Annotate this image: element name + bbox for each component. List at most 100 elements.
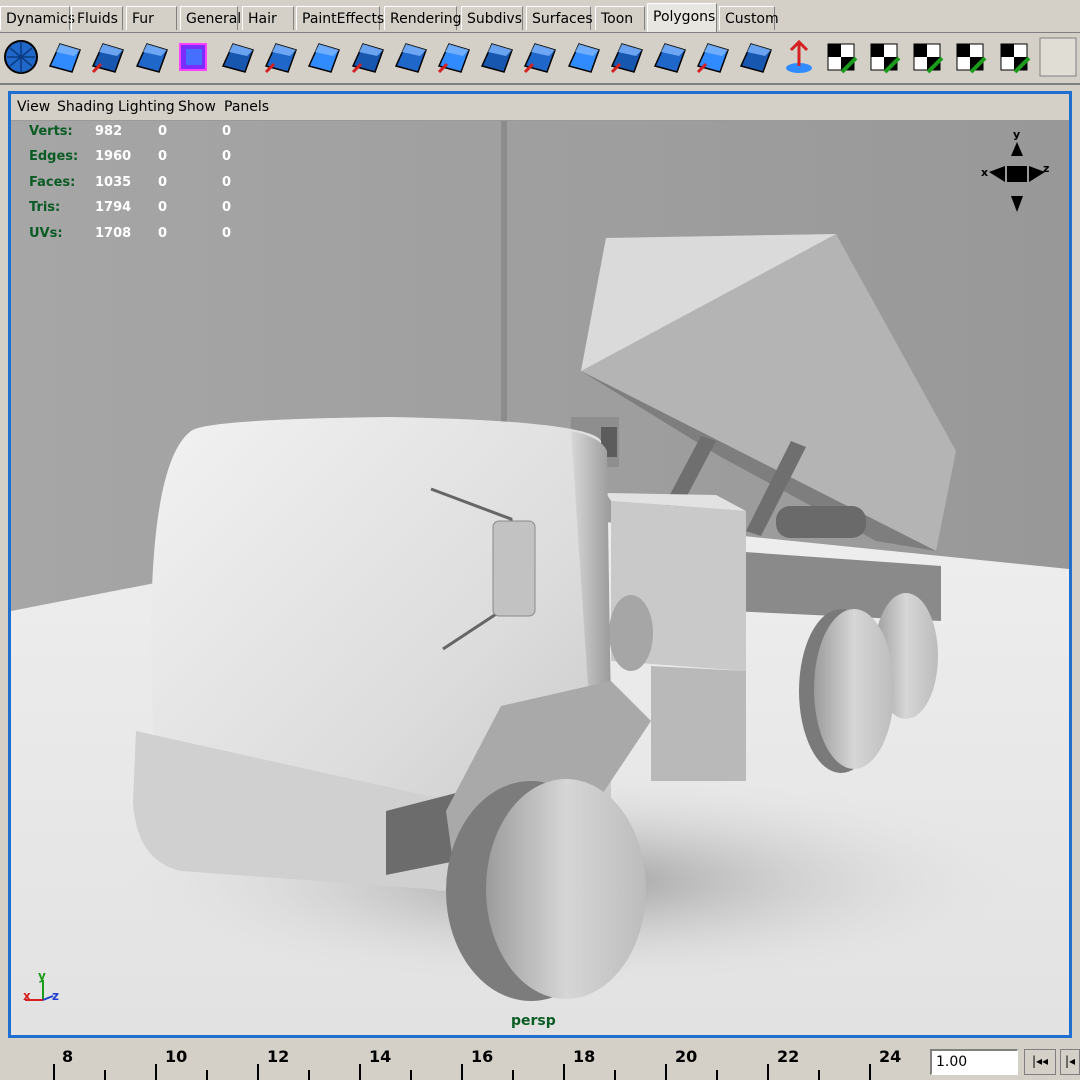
combine-objects-button[interactable] xyxy=(131,36,171,78)
go-to-start-button[interactable]: |◂◂ xyxy=(1024,1049,1056,1075)
spherical-map-button[interactable] xyxy=(951,36,991,78)
poke-face-button[interactable] xyxy=(649,36,689,78)
insert-edge-loop-button[interactable] xyxy=(563,36,603,78)
axis-indicator: x y z xyxy=(23,970,59,1003)
flip-faces-icon xyxy=(697,43,730,74)
frame-tick-label: 24 xyxy=(879,1047,902,1066)
scene-render[interactable] xyxy=(11,121,1069,1035)
polygon-cube-icon xyxy=(178,43,207,71)
tab-toon[interactable]: Toon xyxy=(595,6,645,30)
flip-faces-button[interactable] xyxy=(692,36,732,78)
polygon-sphere-button[interactable] xyxy=(1,36,41,78)
tab-painteffects[interactable]: PaintEffects xyxy=(296,6,384,30)
perspective-viewport[interactable]: View Shading Lighting Show Panels Verts:… xyxy=(8,91,1072,1038)
axis-y-label: y xyxy=(38,970,46,983)
split-edge-icon xyxy=(481,43,514,73)
spherical-map-icon xyxy=(956,43,987,74)
merge-vertices-button[interactable] xyxy=(519,36,559,78)
hud-value: 0 xyxy=(158,175,168,190)
transfer-uv-button[interactable] xyxy=(779,36,819,78)
frame-tick-label: 18 xyxy=(573,1047,596,1066)
split-polygon-button[interactable] xyxy=(217,36,257,78)
bevel-icon xyxy=(351,43,384,74)
tab-fluids[interactable]: Fluids xyxy=(71,6,123,30)
frame-tick-label: 22 xyxy=(777,1047,800,1066)
poke-face-icon xyxy=(653,43,686,73)
tab-rendering[interactable]: Rendering xyxy=(384,6,462,30)
tab-polygons[interactable]: Polygons xyxy=(647,3,717,32)
polygon-cube-button[interactable] xyxy=(174,36,214,78)
automatic-map-icon xyxy=(827,43,858,74)
blank-shelf-slot-icon xyxy=(1039,37,1077,77)
collapse-button[interactable] xyxy=(606,36,646,78)
extract-faces-icon xyxy=(49,43,82,73)
hud-value: 1960 xyxy=(95,149,132,164)
hud-value: 0 xyxy=(158,200,168,215)
hud-value: 0 xyxy=(222,124,232,139)
uv-texture-editor-button[interactable] xyxy=(995,36,1035,78)
create-polygon-button[interactable] xyxy=(390,36,430,78)
smooth-proxy-icon xyxy=(92,43,125,74)
collapse-icon xyxy=(610,43,643,74)
current-frame-field[interactable]: 1.00 xyxy=(930,1049,1018,1075)
combine-objects-icon xyxy=(135,43,168,73)
time-slider[interactable]: 8 10 12 14 16 18 20 22 24 xyxy=(0,1040,1080,1080)
view-cube-left-arrow[interactable] xyxy=(989,166,1005,182)
panel-menu-bar: View Shading Lighting Show Panels xyxy=(11,94,1069,121)
hud-value: 0 xyxy=(222,200,232,215)
blank-shelf-slot-button[interactable] xyxy=(1038,36,1078,78)
cylindrical-map-icon xyxy=(913,43,944,74)
view-cube-x-label: x xyxy=(981,166,988,179)
hud-label: UVs: xyxy=(29,226,63,241)
menu-show[interactable]: Show xyxy=(178,99,216,115)
hud-value: 1035 xyxy=(95,175,132,190)
planar-map-icon xyxy=(870,43,901,74)
step-back-button[interactable]: |◂ xyxy=(1060,1049,1080,1075)
bevel-button[interactable] xyxy=(347,36,387,78)
tab-general[interactable]: General xyxy=(180,6,241,30)
hud-value: 1708 xyxy=(95,226,132,241)
split-polygon-icon xyxy=(221,43,254,73)
hud-value: 982 xyxy=(95,124,123,139)
automatic-map-button[interactable] xyxy=(822,36,862,78)
view-cube-down-arrow[interactable] xyxy=(1011,196,1023,212)
view-cube-center[interactable] xyxy=(1007,166,1027,182)
view-cube[interactable]: y x z xyxy=(979,128,1059,218)
fuel-tank xyxy=(776,506,866,538)
shelf-tab-bar: Dynamics Fluids Fur General Hair PaintEf… xyxy=(0,0,1080,33)
sculpt-button[interactable] xyxy=(735,36,775,78)
split-edge-button[interactable] xyxy=(476,36,516,78)
select-edge-icon xyxy=(265,43,298,74)
planar-map-button[interactable] xyxy=(865,36,905,78)
tab-hair[interactable]: Hair xyxy=(242,6,294,30)
hud-value: 0 xyxy=(222,226,232,241)
menu-panels[interactable]: Panels xyxy=(224,99,269,115)
view-cube-up-arrow[interactable] xyxy=(1011,142,1023,156)
menu-lighting[interactable]: Lighting xyxy=(118,99,175,115)
battery-box xyxy=(651,666,746,781)
menu-shading[interactable]: Shading xyxy=(57,99,114,115)
tab-surfaces[interactable]: Surfaces xyxy=(526,6,593,30)
tab-fur[interactable]: Fur xyxy=(126,6,177,30)
axis-x-label: x xyxy=(23,989,31,1003)
extract-faces-button[interactable] xyxy=(44,36,84,78)
transfer-uv-icon xyxy=(785,39,812,73)
select-edge-button[interactable] xyxy=(260,36,300,78)
hud-value: 0 xyxy=(158,149,168,164)
merge-vertices-icon xyxy=(524,43,557,74)
append-polygon-icon xyxy=(437,43,470,74)
hud-label: Edges: xyxy=(29,149,79,164)
tab-custom[interactable]: Custom xyxy=(719,6,779,30)
hud-value: 0 xyxy=(222,149,232,164)
tab-dynamics[interactable]: Dynamics xyxy=(0,6,75,30)
smooth-proxy-button[interactable] xyxy=(87,36,127,78)
frame-tick-label: 8 xyxy=(62,1047,74,1066)
uv-texture-editor-icon xyxy=(1000,43,1031,74)
menu-view[interactable]: View xyxy=(17,99,50,115)
tab-subdivs[interactable]: Subdivs xyxy=(461,6,523,30)
extrude-face-button[interactable] xyxy=(303,36,343,78)
append-polygon-button[interactable] xyxy=(433,36,473,78)
frame-tick-label: 14 xyxy=(369,1047,392,1066)
cylindrical-map-button[interactable] xyxy=(908,36,948,78)
hud-label: Verts: xyxy=(29,124,73,139)
